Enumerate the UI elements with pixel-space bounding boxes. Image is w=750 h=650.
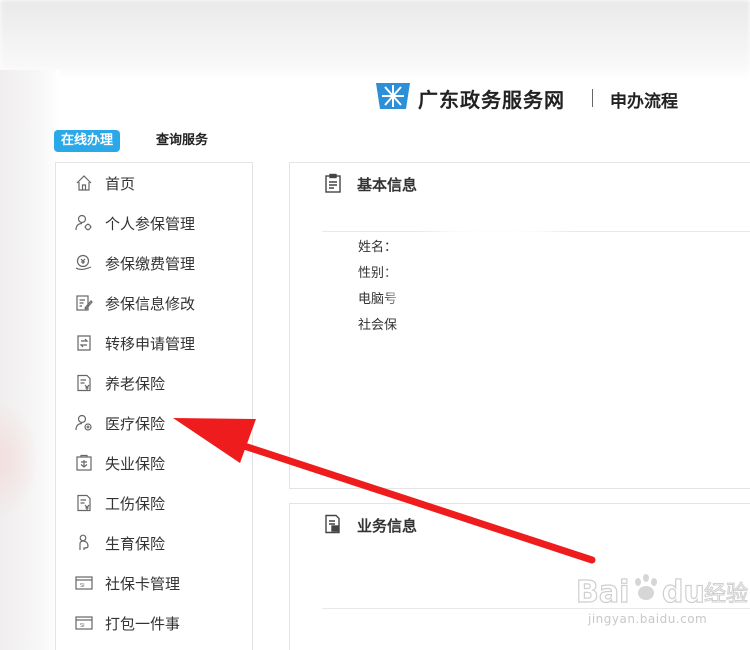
sidebar-item-label: 养老保险 [105, 374, 166, 393]
card-icon: SI [75, 576, 93, 590]
user-gear-icon [75, 214, 92, 231]
payment-icon [75, 254, 92, 270]
unemployment-icon [76, 454, 92, 471]
sidebar-item-pension[interactable]: 养老保险 [56, 363, 252, 403]
sidebar-item-social-card[interactable]: SI 社保卡管理 [56, 563, 252, 603]
basic-info-title: 基本信息 [357, 176, 418, 194]
sidebar-item-label: 生育保险 [105, 534, 166, 553]
doc-yen-icon [77, 374, 91, 392]
card-icon: SI [75, 616, 93, 630]
home-icon [76, 175, 92, 191]
user-medical-icon [75, 414, 92, 431]
sidebar-item-label: 失业保险 [105, 454, 166, 473]
sidebar-item-info-edit[interactable]: 参保信息修改 [56, 283, 252, 323]
maternity-icon [79, 534, 89, 550]
blurred-redaction [386, 218, 606, 348]
svg-text:SI: SI [80, 583, 85, 589]
baidu-watermark-logo: Bai du 经验 [575, 574, 749, 611]
sidebar-item-label: 参保缴费管理 [105, 254, 196, 273]
document-icon [325, 514, 340, 534]
transfer-icon [77, 335, 91, 351]
site-title[interactable]: 广东政务服务网 [418, 84, 565, 113]
sidebar-item-personal-insurance[interactable]: 个人参保管理 [56, 203, 252, 243]
sidebar-item-label: 个人参保管理 [105, 214, 196, 233]
svg-text:du: du [662, 575, 705, 610]
sidebar-item-label: 参保信息修改 [105, 294, 196, 313]
sidebar-item-label: 社保卡管理 [105, 574, 181, 593]
sidebar-item-transfer[interactable]: 转移申请管理 [56, 323, 252, 363]
sidebar-item-label: 转移申请管理 [105, 334, 196, 353]
site-header: 广东政务服务网 申办流程 [60, 78, 750, 118]
blurred-background-left [0, 70, 60, 650]
site-logo-icon[interactable] [376, 83, 410, 109]
watermark-url: jingyan.baidu.com [588, 612, 708, 626]
sidebar-item-label: 工伤保险 [105, 494, 166, 513]
sidebar-item-label: 首页 [105, 174, 136, 193]
sidebar-nav: 首页 个人参保管理 参保缴费管理 参保信息修改 转移申请管理 养老保险 医疗保险… [55, 162, 253, 650]
sidebar-item-label: 医疗保险 [105, 414, 166, 433]
svg-text:SI: SI [80, 623, 85, 629]
sidebar-item-home[interactable]: 首页 [56, 163, 252, 203]
sidebar-item-bundle[interactable]: SI 打包一件事 [56, 603, 252, 643]
sidebar-item-payment[interactable]: 参保缴费管理 [56, 243, 252, 283]
header-divider [592, 89, 593, 107]
sidebar-item-maternity[interactable]: 生育保险 [56, 523, 252, 563]
tab-online-service[interactable]: 在线办理 [54, 130, 120, 152]
sidebar-item-work-injury[interactable]: 工伤保险 [56, 483, 252, 523]
sidebar-item-unemployment[interactable]: 失业保险 [56, 443, 252, 483]
header-subtitle: 申办流程 [610, 92, 678, 112]
blurred-background-top [0, 0, 750, 80]
business-info-title: 业务信息 [357, 517, 418, 535]
sidebar-item-label: 打包一件事 [105, 614, 181, 633]
sidebar-item-medical[interactable]: 医疗保险 [56, 403, 252, 443]
edit-doc-icon [76, 295, 93, 311]
clipboard-icon [325, 173, 341, 193]
tab-query-service[interactable]: 查询服务 [156, 130, 208, 152]
svg-text:经验: 经验 [704, 582, 748, 607]
doc-yen-icon [77, 494, 91, 512]
svg-text:Bai: Bai [576, 575, 629, 610]
